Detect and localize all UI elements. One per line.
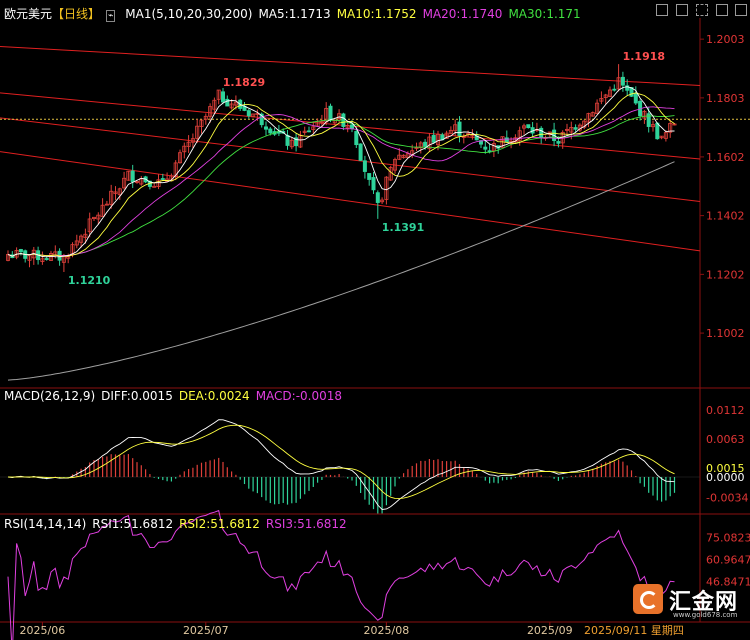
channel-line — [0, 151, 701, 252]
macd-header: MACD(26,12,9) DIFF:0.0015 DEA:0.0024 MACD:-… — [4, 389, 348, 403]
candle-body — [358, 143, 363, 161]
candle-body — [362, 160, 367, 172]
ma30-line — [7, 115, 675, 257]
gold678-logo: 汇金网 www.gold678.com — [633, 584, 750, 624]
ma20-value: MA20:1.1740 — [422, 7, 503, 21]
macd-tick-label: -0.0034 — [706, 491, 748, 504]
candle-body — [263, 126, 268, 130]
candle-body — [612, 88, 617, 91]
candle-body — [431, 134, 436, 143]
maximize-icon[interactable] — [716, 4, 728, 16]
candle-body — [367, 173, 372, 180]
ma10-value: MA10:1.1752 — [336, 7, 417, 21]
symbol-name: 欧元美元 — [4, 7, 53, 21]
channel-line — [0, 117, 701, 203]
logo-url: www.gold678.com — [673, 611, 738, 619]
macd-title: MACD(26,12,9) — [4, 389, 96, 403]
candle-body — [423, 141, 428, 147]
candle-body — [483, 146, 488, 150]
grid-icon[interactable] — [656, 4, 668, 16]
candle-body — [220, 91, 225, 103]
price-annotation: 1.1829 — [223, 76, 265, 89]
macd-dea: DEA:0.0024 — [178, 389, 250, 403]
candle-body — [371, 177, 376, 191]
candle-body — [328, 105, 333, 121]
rsi-title: RSI(14,14,14) — [4, 517, 87, 531]
candle-body — [633, 93, 638, 104]
price-annotation: 1.1918 — [623, 50, 665, 63]
macd-macd: MACD:-0.0018 — [255, 389, 343, 403]
candle-body — [152, 185, 157, 188]
period-label[interactable]: 【日线】 — [52, 7, 100, 21]
price-annotation: 1.1391 — [382, 221, 424, 234]
macd-tick-label: 0.0063 — [706, 433, 745, 446]
candle-body — [246, 110, 251, 117]
candle-body — [556, 141, 561, 144]
ma30-value: MA30:1.171 — [508, 7, 581, 21]
close-icon[interactable] — [735, 4, 747, 16]
rsi-tick-label: 60.9647 — [706, 554, 750, 567]
candle-body — [44, 258, 49, 260]
candle-body — [306, 130, 311, 133]
price-tick-label: 1.1803 — [706, 92, 745, 105]
channel-line — [0, 45, 701, 87]
rsi2-value: RSI2:51.6812 — [179, 517, 260, 531]
ma5-value: MA5:1.1713 — [258, 7, 331, 21]
window-icon[interactable] — [676, 4, 688, 16]
macd-tick-label: 0.0112 — [706, 404, 745, 417]
price-tick-label: 1.2003 — [706, 33, 745, 46]
candle-body — [354, 131, 359, 146]
price-tick-label: 1.1602 — [706, 151, 745, 164]
candle-body — [276, 131, 281, 134]
ma-title: MA1(5,10,20,30,200) — [125, 7, 253, 21]
rsi-header: RSI(14,14,14) RSI1:51.6812 RSI2:51.6812 RSI… — [4, 517, 353, 531]
logo-icon — [633, 584, 663, 614]
macd-diff-line — [7, 419, 675, 510]
price-annotation: 1.1210 — [68, 274, 111, 287]
candle-body — [341, 113, 346, 127]
candle-body — [130, 170, 135, 183]
candle-body — [375, 192, 380, 203]
macd-dea-line — [7, 424, 675, 500]
ma5-line — [7, 86, 675, 258]
price-tick-label: 1.1402 — [706, 210, 745, 223]
candle-body — [18, 249, 23, 253]
macd-diff: DIFF:0.0015 — [101, 389, 173, 403]
candle-body — [620, 76, 625, 86]
candle-body — [160, 178, 165, 180]
candle-body — [526, 124, 531, 129]
candle-body — [539, 127, 544, 139]
macd-tick-label: 0.0000 — [706, 471, 745, 484]
rsi1-value: RSI1:51.6812 — [92, 517, 174, 531]
candle-body — [349, 124, 354, 129]
candle-body — [504, 137, 509, 143]
chart-canvas: 1.1829 1.1918 1.1210 1.1391 1.2003 1.1803 1.16… — [0, 18, 750, 640]
ma200-line — [7, 161, 675, 381]
price-tick-label: 1.1002 — [706, 327, 745, 340]
settings-icon[interactable] — [696, 4, 708, 16]
price-tick-label: 1.1202 — [706, 268, 745, 281]
last-date-label: 2025/09/11 星期四 — [584, 624, 684, 637]
candle-body — [225, 98, 230, 107]
candle-body — [285, 134, 290, 146]
candle-body — [457, 121, 462, 136]
candle-body — [655, 122, 660, 140]
rsi-tick-label: 75.0823 — [706, 532, 750, 545]
main-header: 欧元美元【日线】 ⌁ MA1(5,10,20,30,200) MA5:1.1713 M… — [4, 5, 587, 22]
rsi3-value: RSI3:51.6812 — [265, 517, 347, 531]
candle-body — [268, 128, 273, 134]
chart-icon[interactable]: ⌁ — [106, 10, 116, 22]
candle-body — [573, 127, 578, 130]
